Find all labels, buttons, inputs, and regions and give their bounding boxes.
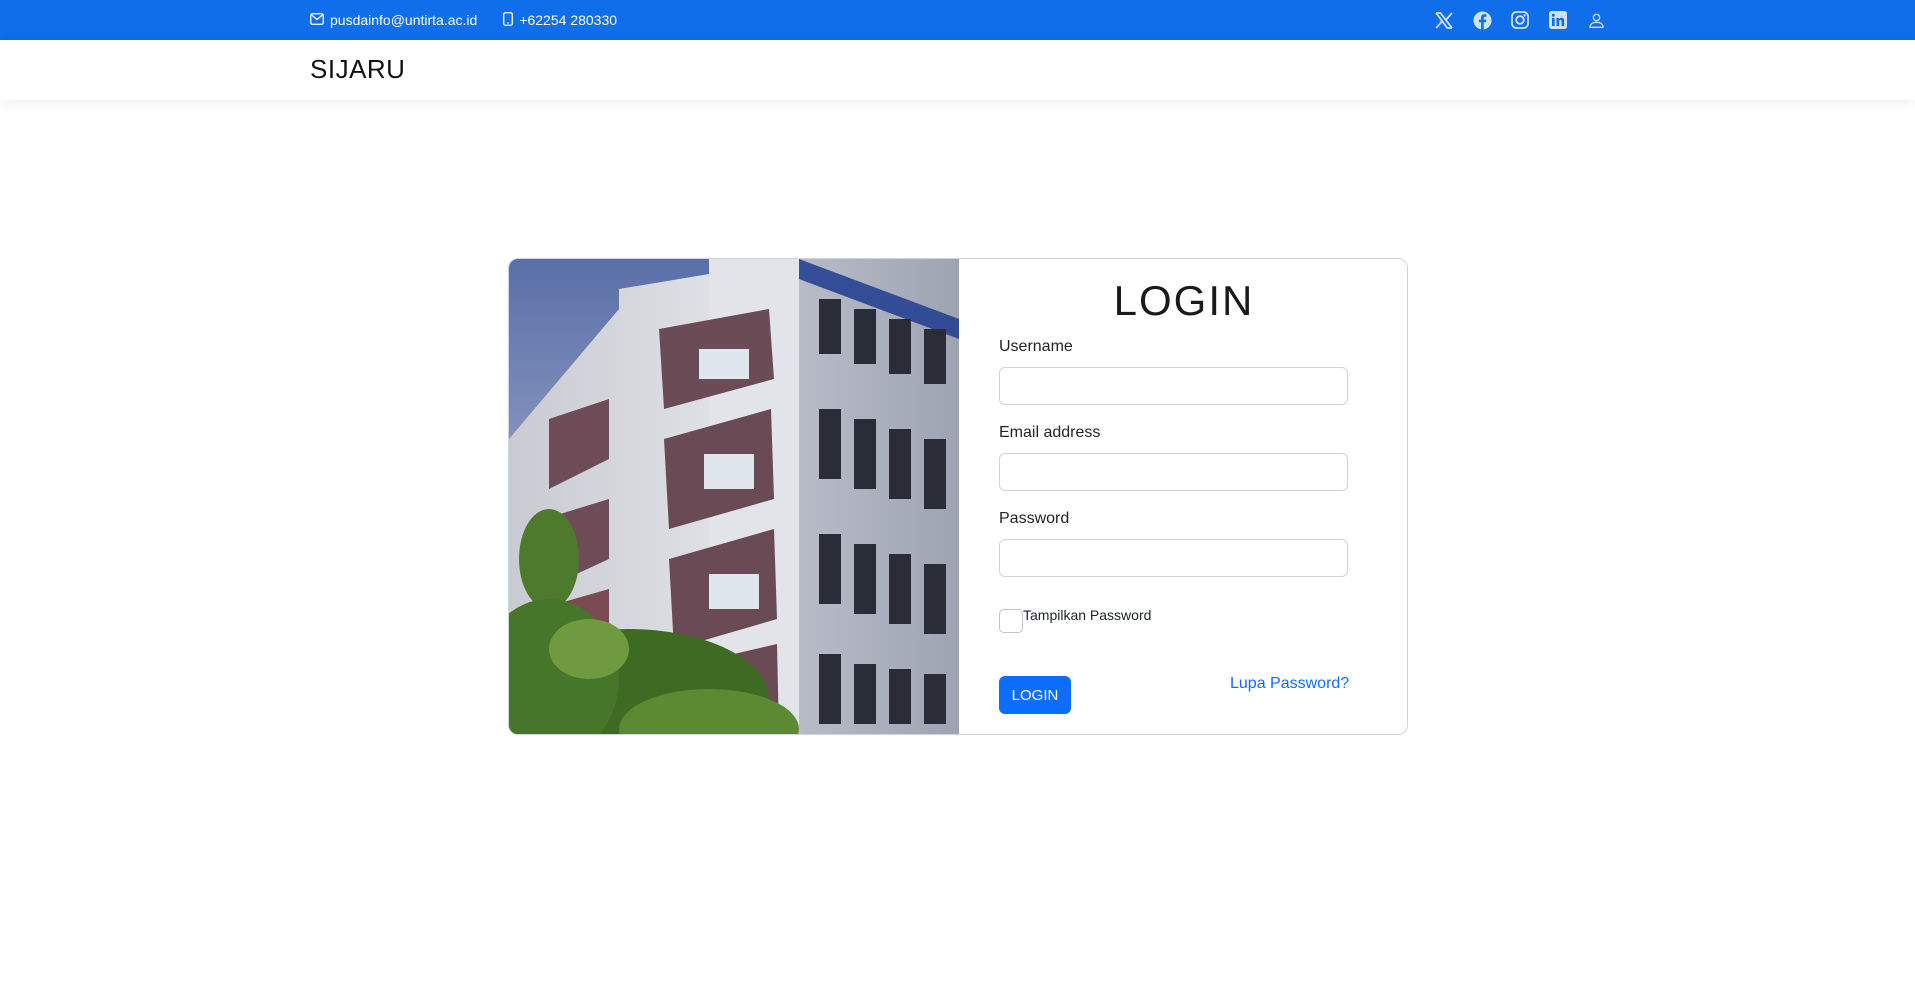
contact-info: pusdainfo@untirta.ac.id +62254 280330: [310, 0, 643, 40]
email-label: Email address: [999, 424, 1101, 441]
show-password-checkbox[interactable]: [999, 609, 1023, 633]
building-photo: [509, 259, 959, 734]
facebook-icon[interactable]: [1472, 10, 1492, 30]
login-form: LOGIN Username Email address Password Ta…: [959, 259, 1407, 734]
username-input[interactable]: [999, 367, 1348, 405]
main-navbar: SIJARU: [0, 40, 1915, 100]
linkedin-icon[interactable]: [1548, 10, 1568, 30]
forgot-password-link[interactable]: Lupa Password?: [1230, 675, 1349, 693]
password-input[interactable]: [999, 539, 1348, 577]
social-links: [1434, 0, 1624, 40]
phone-icon: [503, 11, 519, 29]
email-text[interactable]: pusdainfo@untirta.ac.id: [330, 12, 477, 28]
phone-contact: +62254 280330: [503, 11, 618, 29]
instagram-icon[interactable]: [1510, 10, 1530, 30]
password-label: Password: [999, 510, 1070, 527]
envelope-icon: [310, 12, 330, 28]
login-card: LOGIN Username Email address Password Ta…: [508, 258, 1408, 735]
user-icon[interactable]: [1586, 10, 1606, 30]
site-logo[interactable]: SIJARU: [310, 54, 405, 85]
email-contact: pusdainfo@untirta.ac.id: [310, 12, 477, 28]
email-input[interactable]: [999, 453, 1348, 491]
show-password-label[interactable]: Tampilkan Password: [1023, 607, 1151, 623]
login-title: LOGIN: [1113, 277, 1255, 324]
username-label: Username: [999, 338, 1073, 355]
x-twitter-icon[interactable]: [1434, 10, 1454, 30]
login-button[interactable]: LOGIN: [999, 676, 1071, 714]
top-contact-bar: pusdainfo@untirta.ac.id +62254 280330: [0, 0, 1915, 40]
phone-text: +62254 280330: [519, 12, 618, 28]
